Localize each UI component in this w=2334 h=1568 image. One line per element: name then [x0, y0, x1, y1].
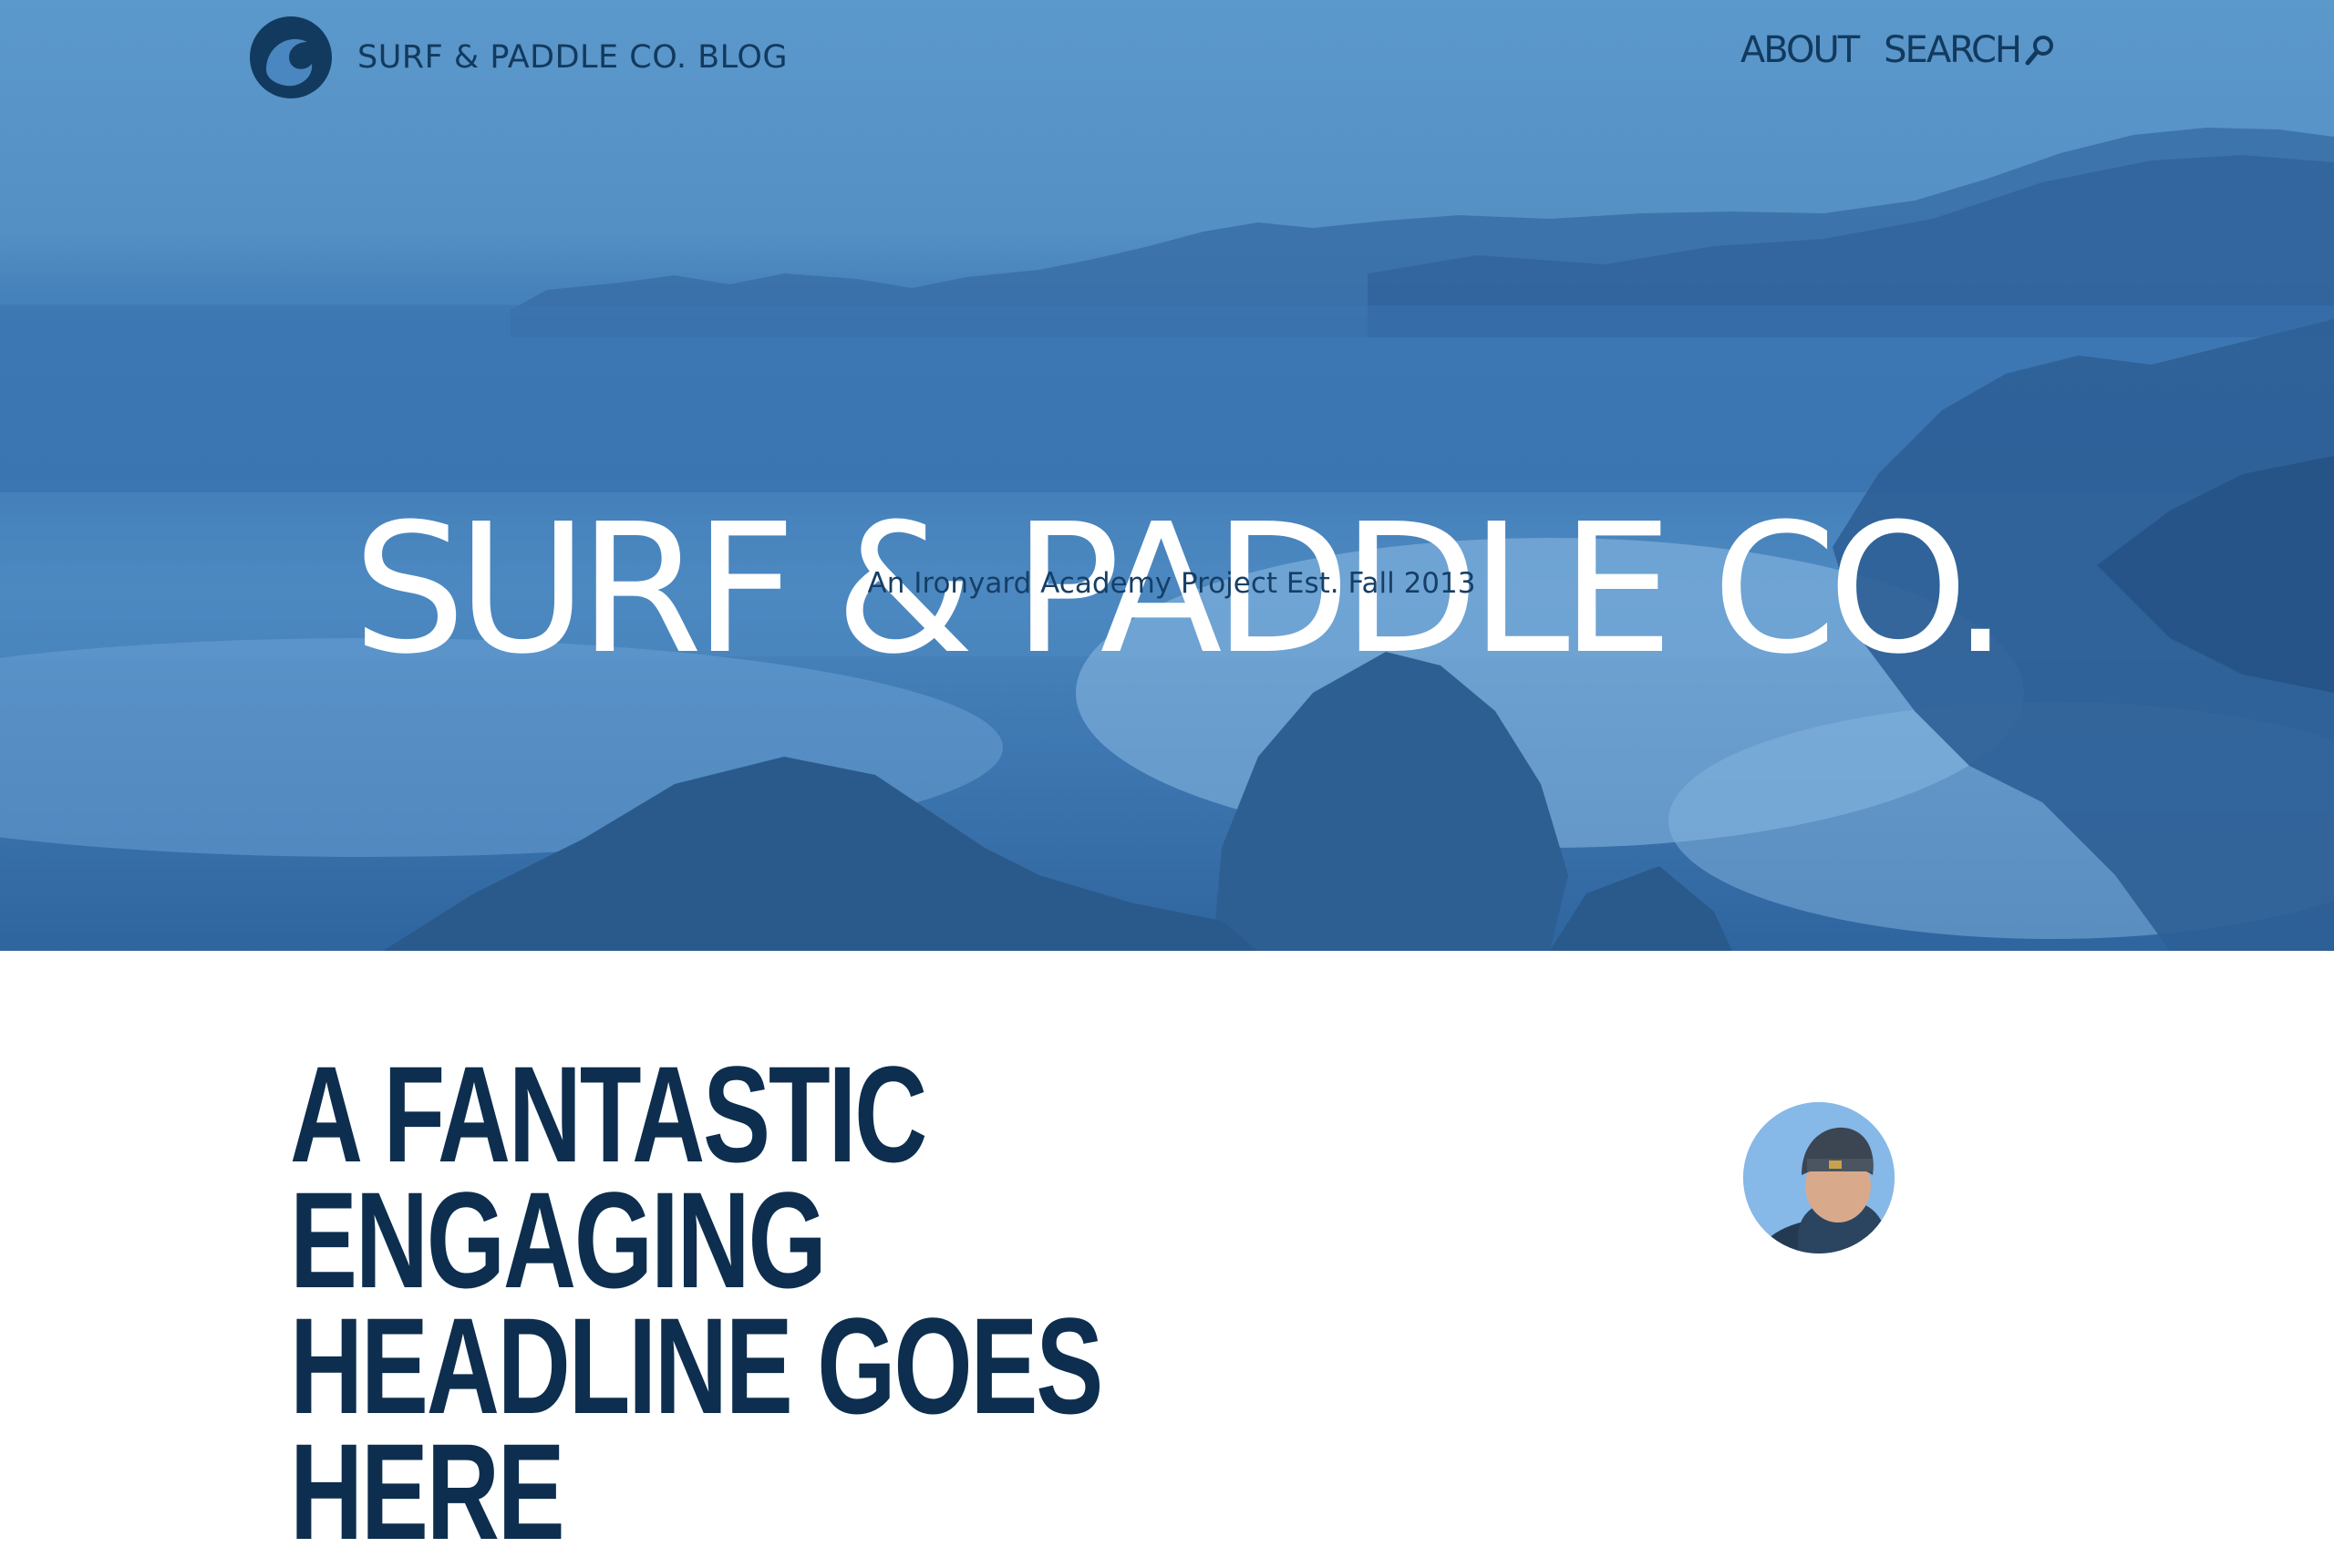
top-navigation: SURF & PADDLE CO. BLOG ABOUT SEARCH [0, 0, 2334, 119]
nav-search-link[interactable]: SEARCH [1884, 29, 2055, 71]
hero-subtitle: An Ironyard Academy Project Est. Fall 20… [867, 567, 1476, 600]
wave-logo-icon[interactable] [248, 15, 334, 100]
post-section: A FANTASTIC ENGAGING HEADLINE GOES HERE [0, 951, 2334, 1560]
author-avatar[interactable] [1743, 1102, 1895, 1253]
brand-name[interactable]: SURF & PADDLE CO. BLOG [357, 39, 788, 76]
brand[interactable]: SURF & PADDLE CO. BLOG [248, 15, 788, 100]
author-avatar-image [1743, 1102, 1895, 1253]
nav-links: ABOUT SEARCH [1740, 29, 2055, 71]
hero-banner: SURF & PADDLE CO. BLOG ABOUT SEARCH SURF… [0, 0, 2334, 951]
coastal-scene-image [0, 128, 2334, 951]
post-headline[interactable]: A FANTASTIC ENGAGING HEADLINE GOES HERE [290, 1046, 1234, 1560]
nav-about-link[interactable]: ABOUT [1740, 29, 1860, 71]
magnifier-icon[interactable] [2024, 34, 2055, 67]
nav-search-label[interactable]: SEARCH [1884, 29, 2022, 71]
